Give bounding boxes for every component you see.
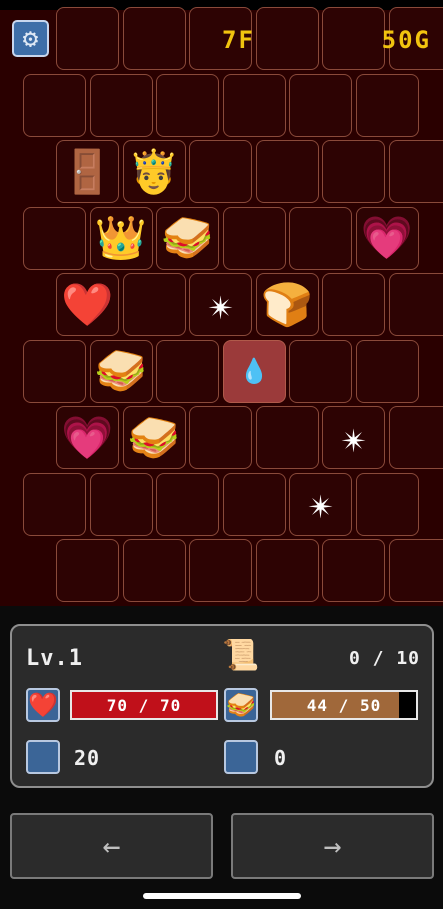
board-cell[interactable]	[56, 7, 119, 70]
hp-bar: 70 / 70	[70, 690, 218, 720]
board-cell[interactable]	[289, 339, 352, 403]
board-cell[interactable]	[355, 73, 419, 137]
gear-icon: ⚙	[22, 23, 39, 54]
board-cell[interactable]	[189, 406, 252, 469]
crown-icon: 👑	[94, 213, 148, 262]
board-cell[interactable]	[189, 539, 252, 602]
arrow-left-icon: ←	[102, 828, 121, 864]
exp-counter: 0 / 10	[348, 648, 420, 669]
heart-icon: ❤️	[61, 279, 114, 329]
board-cell[interactable]	[222, 206, 286, 270]
board-cell[interactable]	[355, 339, 419, 403]
floor-indicator: 7F	[222, 26, 255, 54]
board-cell[interactable]	[322, 140, 385, 203]
board-cell[interactable]: 🥪	[122, 406, 186, 469]
board-cell[interactable]	[156, 73, 219, 137]
move-left-button[interactable]: ←	[10, 813, 213, 879]
attack-icon	[26, 740, 60, 774]
board-cell[interactable]	[322, 273, 385, 336]
board-cell[interactable]: ✴	[289, 472, 352, 536]
hp-text: 70 / 70	[106, 695, 182, 715]
board-cell[interactable]	[189, 140, 252, 203]
board-cell[interactable]: 💗	[355, 206, 419, 270]
status-panel: Lv.1 📜 0 / 10 ❤️ 70 / 70 🥪 44 / 50 20 0	[10, 624, 434, 788]
board-cell[interactable]	[255, 406, 319, 469]
board-cell[interactable]: 🥪	[156, 206, 219, 270]
sandwich-icon: 🥪	[224, 688, 258, 722]
board-cell[interactable]	[89, 472, 153, 536]
board-cell[interactable]: ✴	[189, 273, 252, 336]
game-board: 🚪 🤴 👑 🥪 💗 ❤️ ✴ 🍞 🥪 💧 💗 🥪 ✴ ✴ ⚙ 7F 50G	[0, 0, 443, 606]
gold-counter: 50G	[381, 26, 431, 54]
scroll-icon[interactable]: 📜	[222, 638, 259, 673]
board-cell[interactable]	[388, 273, 443, 336]
food-bar: 44 / 50	[270, 690, 418, 720]
board-cell[interactable]: 💧	[222, 339, 286, 403]
spike-icon: ✴	[307, 479, 334, 528]
board-cell[interactable]: ❤️	[56, 273, 119, 336]
sandwich-icon: 🥪	[127, 412, 181, 462]
board-cell[interactable]	[56, 539, 119, 602]
board-cell[interactable]	[222, 472, 286, 536]
board-cell[interactable]	[255, 140, 319, 203]
board-cell[interactable]	[156, 472, 219, 536]
spike-icon: ✴	[207, 279, 234, 329]
board-cell[interactable]	[156, 339, 219, 403]
board-cell[interactable]	[122, 539, 186, 602]
board-cell[interactable]	[355, 472, 419, 536]
board-cell[interactable]	[23, 472, 86, 536]
board-cell[interactable]: ✴	[322, 406, 385, 469]
food-text: 44 / 50	[306, 695, 382, 715]
board-cell[interactable]	[122, 7, 186, 70]
hero-icon: 🤴	[127, 146, 181, 196]
board-cell[interactable]	[388, 539, 443, 602]
board-cell[interactable]	[289, 206, 352, 270]
spike-icon: ✴	[340, 412, 367, 462]
door-icon: 🚪	[61, 146, 114, 196]
slime-icon: 💧	[239, 357, 269, 385]
level-label: Lv.1	[26, 646, 83, 671]
board-cell[interactable]	[23, 206, 86, 270]
board-cell[interactable]	[222, 73, 286, 137]
sandwich-icon: 🥪	[94, 346, 148, 395]
board-cell[interactable]: 🚪	[56, 140, 119, 203]
attack-value: 20	[74, 746, 101, 770]
board-cell[interactable]	[122, 273, 186, 336]
defense-icon	[224, 740, 258, 774]
board-cell[interactable]	[255, 7, 319, 70]
board-cell[interactable]	[89, 73, 153, 137]
board-cell[interactable]: 👑	[89, 206, 153, 270]
sandwich-icon: 🥪	[161, 213, 214, 262]
bread-icon: 🍞	[260, 279, 314, 329]
heart-icon: ❤️	[26, 688, 60, 722]
board-cell[interactable]	[322, 7, 385, 70]
board-cell[interactable]	[23, 73, 86, 137]
board-cell[interactable]	[388, 406, 443, 469]
home-indicator	[143, 893, 301, 899]
settings-button[interactable]: ⚙	[12, 20, 49, 57]
board-cell[interactable]	[23, 339, 86, 403]
board-cell[interactable]: 🥪	[89, 339, 153, 403]
defense-value: 0	[274, 746, 288, 770]
move-right-button[interactable]: →	[231, 813, 434, 879]
board-cell[interactable]	[289, 73, 352, 137]
board-cell[interactable]: 🍞	[255, 273, 319, 336]
board-cell[interactable]: 🤴	[122, 140, 186, 203]
board-cell[interactable]	[322, 539, 385, 602]
board-cell[interactable]	[388, 140, 443, 203]
board-cell[interactable]	[255, 539, 319, 602]
arrow-right-icon: →	[323, 828, 342, 864]
heart-icon: 💗	[61, 412, 114, 462]
board-cell[interactable]: 💗	[56, 406, 119, 469]
heart-icon: 💗	[360, 213, 414, 262]
